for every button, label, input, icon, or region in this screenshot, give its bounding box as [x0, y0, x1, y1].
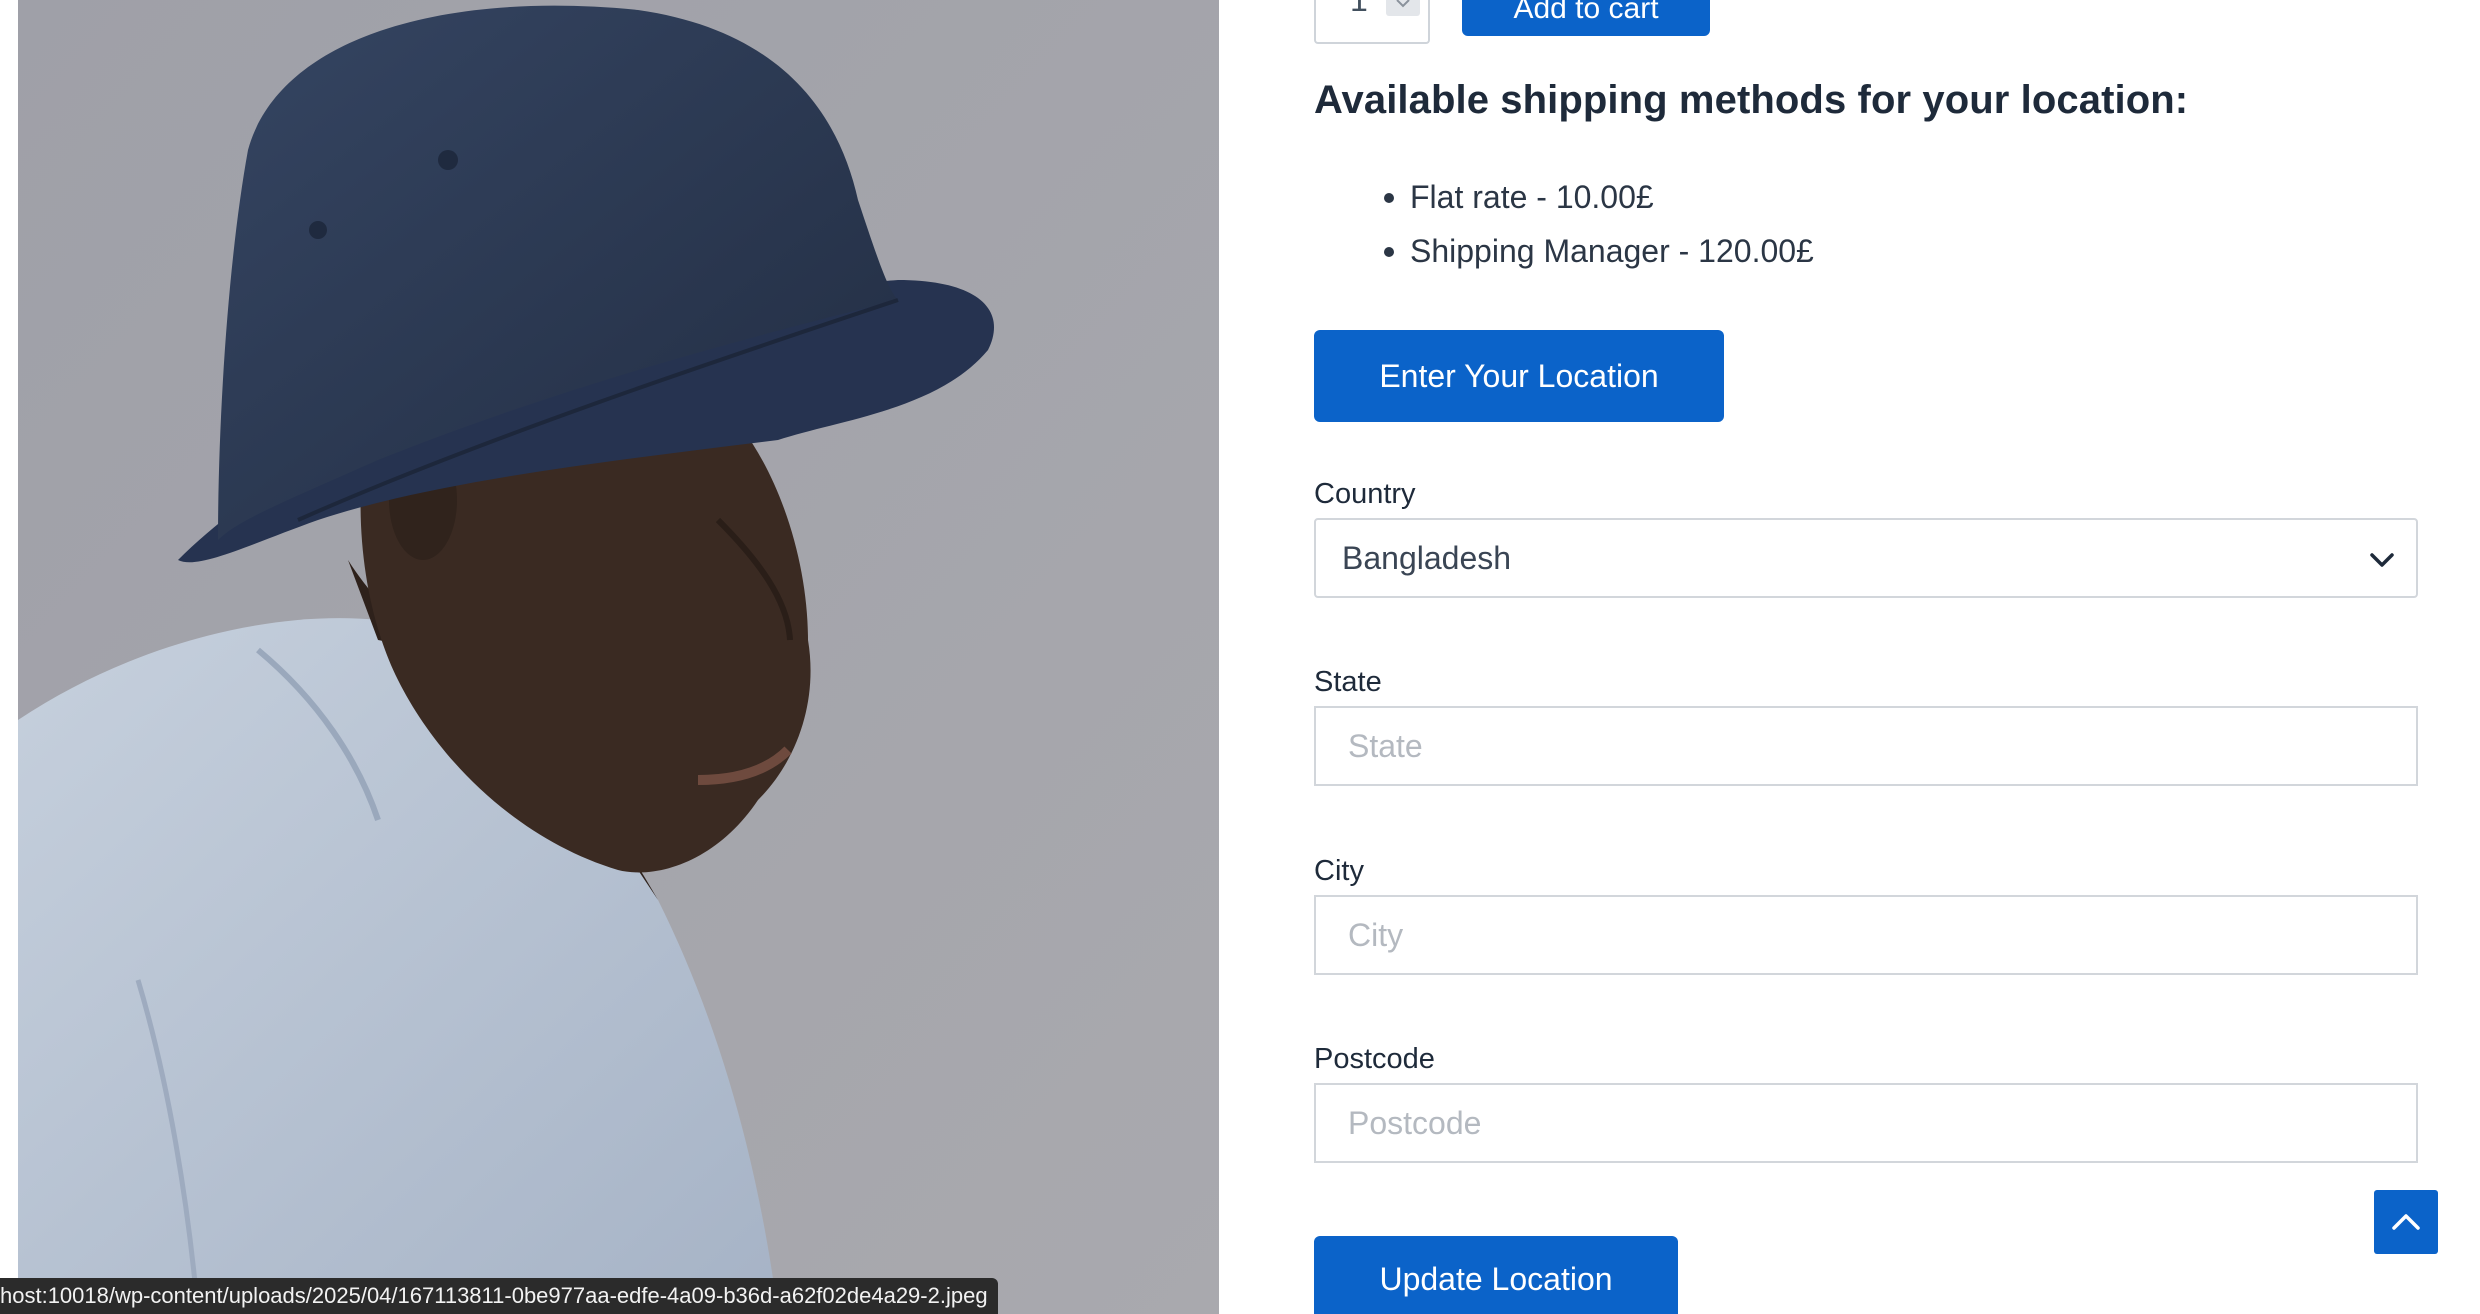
enter-location-button[interactable]: Enter Your Location [1314, 330, 1724, 422]
quantity-value: 1 [1350, 0, 1368, 18]
product-page: 1 Add to cart Available shipping methods… [0, 0, 2480, 1314]
shipping-method-item: Flat rate - 10.00£ [1384, 170, 1814, 224]
postcode-input[interactable] [1314, 1083, 2418, 1163]
shipping-methods-list: Flat rate - 10.00£ Shipping Manager - 12… [1384, 170, 1814, 278]
browser-status-url: host:10018/wp-content/uploads/2025/04/16… [0, 1278, 998, 1314]
postcode-label: Postcode [1314, 1043, 1435, 1075]
update-location-button[interactable]: Update Location [1314, 1236, 1678, 1314]
quantity-stepper[interactable]: 1 [1314, 0, 1430, 44]
chevron-down-icon [2370, 553, 2394, 567]
chevron-down-icon [1396, 0, 1410, 8]
state-input[interactable] [1314, 706, 2418, 786]
product-image[interactable] [18, 0, 1219, 1314]
product-photo-illustration [18, 0, 1219, 1314]
add-to-cart-button[interactable]: Add to cart [1462, 0, 1710, 36]
city-input[interactable] [1314, 895, 2418, 975]
country-select[interactable]: Bangladesh [1314, 518, 2418, 598]
chevron-up-icon [2392, 1214, 2420, 1230]
shipping-method-item: Shipping Manager - 120.00£ [1384, 224, 1814, 278]
country-label: Country [1314, 478, 1416, 510]
city-label: City [1314, 855, 1364, 887]
shipping-methods-heading: Available shipping methods for your loca… [1314, 78, 2189, 122]
country-select-value: Bangladesh [1342, 539, 1512, 576]
quantity-decrement-button[interactable] [1386, 0, 1420, 16]
scroll-to-top-button[interactable] [2374, 1190, 2438, 1254]
state-label: State [1314, 666, 1382, 698]
